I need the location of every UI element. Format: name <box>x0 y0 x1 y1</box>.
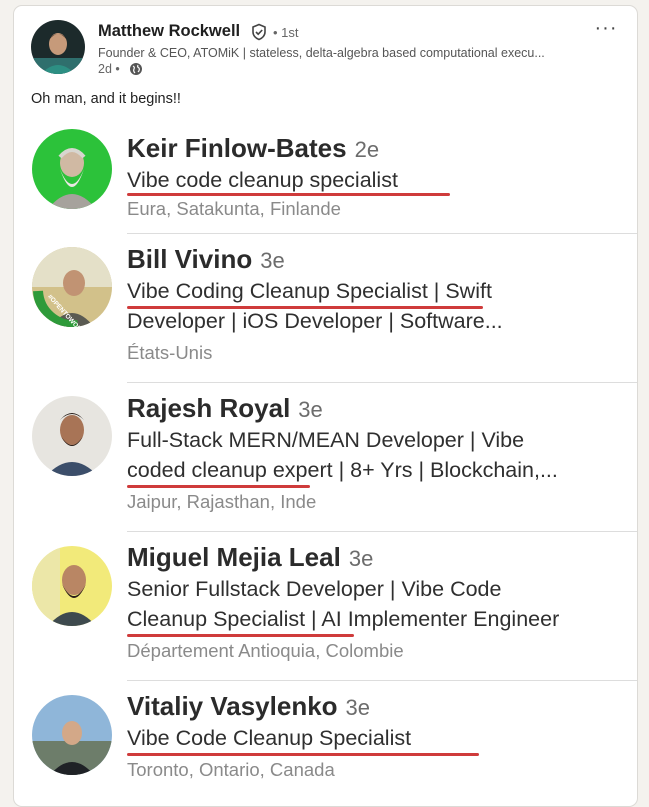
profile-location: Toronto, Ontario, Canada <box>127 759 335 780</box>
verified-icon <box>252 23 266 41</box>
profile-headline-line1: Vibe Code Cleanup Specialist <box>127 726 412 750</box>
profile-location: Département Antioquia, Colombie <box>127 640 404 661</box>
profile-location: États-Unis <box>127 342 213 363</box>
profile-name[interactable]: Bill Vivino 3e <box>127 244 285 275</box>
profile-photo: #OPENTOWORK <box>32 247 112 327</box>
profile-headline-line1: Vibe code cleanup specialist <box>127 168 398 192</box>
red-underline <box>127 193 450 196</box>
red-underline <box>127 485 310 488</box>
profile-name[interactable]: Rajesh Royal 3e <box>127 393 323 424</box>
profile-photo <box>32 129 112 209</box>
list-item[interactable]: Miguel Mejia Leal 3e Senior Fullstack Dev… <box>14 532 637 682</box>
profile-headline-line1: Full-Stack MERN/MEAN Developer | Vibe <box>127 428 525 452</box>
connection-degree: • 1st <box>273 25 299 40</box>
profile-degree: 3e <box>260 248 285 273</box>
profile-name[interactable]: Keir Finlow-Bates 2e <box>127 133 379 164</box>
red-underline <box>127 753 479 756</box>
profile-photo <box>32 396 112 476</box>
embedded-screenshot[interactable]: Keir Finlow-Bates 2e Vibe code cleanup sp… <box>14 113 637 792</box>
profile-location: Eura, Satakunta, Finlande <box>127 198 341 219</box>
profile-headline-line2: Developer | iOS Developer | Software... <box>127 309 503 333</box>
author-name[interactable]: Matthew Rockwell <box>98 22 240 41</box>
list-item[interactable]: #OPENTOWORK Bill Vivino 3e Vibe Coding Cl… <box>14 234 637 384</box>
profile-headline-line2: Cleanup Specialist | AI Implementer Engi… <box>127 607 560 631</box>
author-avatar[interactable] <box>31 20 85 74</box>
profile-photo <box>32 546 112 626</box>
profile-degree: 2e <box>354 137 380 162</box>
list-item[interactable]: Rajesh Royal 3e Full-Stack MERN/MEAN Deve… <box>14 383 637 533</box>
red-underline <box>127 634 354 637</box>
profile-degree: 3e <box>298 397 323 422</box>
profile-degree: 3e <box>348 546 374 571</box>
more-options-button[interactable]: ··· <box>590 14 622 42</box>
globe-icon <box>130 63 142 75</box>
post-time: 2d • <box>98 62 120 76</box>
list-item[interactable]: Vitaliy Vasylenko 3e Vibe Code Cleanup Sp… <box>14 681 637 792</box>
profile-headline-line1: Senior Fullstack Developer | Vibe Code <box>127 577 502 601</box>
profile-headline-line1: Vibe Coding Cleanup Specialist | Swift <box>127 279 492 303</box>
profile-degree: 3e <box>345 695 371 720</box>
profile-name[interactable]: Vitaliy Vasylenko 3e <box>127 691 370 722</box>
profile-name[interactable]: Miguel Mejia Leal 3e <box>127 542 373 573</box>
profile-location: Jaipur, Rajasthan, Inde <box>127 491 317 512</box>
profile-headline-line2: coded cleanup expert | 8+ Yrs | Blockcha… <box>127 458 558 482</box>
author-headline: Founder & CEO, ATOMiK | stateless, delta… <box>98 46 545 60</box>
post-text: Oh man, and it begins!! <box>31 91 181 107</box>
profile-photo <box>32 695 112 775</box>
